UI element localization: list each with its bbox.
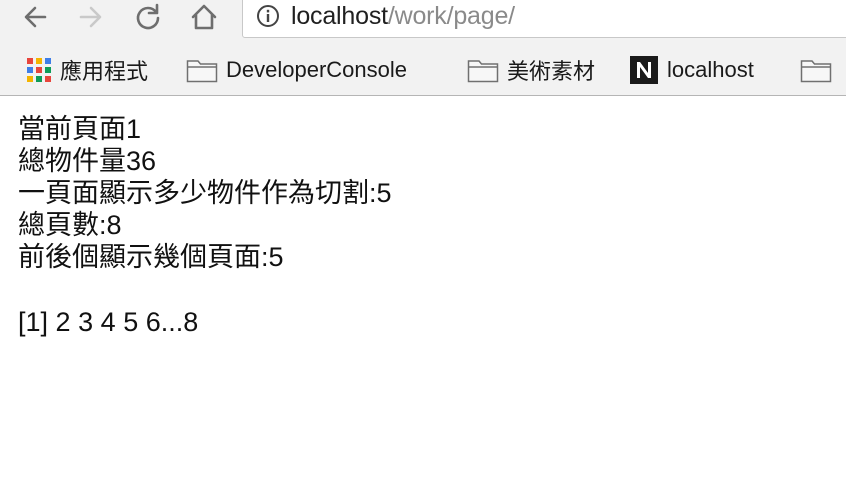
bookmark-art-assets[interactable]: 美術素材 <box>467 54 595 86</box>
page-link[interactable]: 5 <box>123 307 138 337</box>
apps-grid-icon <box>26 57 52 83</box>
page-link-tail[interactable]: 6...8 <box>146 307 199 337</box>
page-link[interactable]: 3 <box>78 307 93 337</box>
page-link[interactable]: 2 <box>56 307 71 337</box>
folder-icon <box>186 57 218 83</box>
home-button[interactable] <box>187 0 221 34</box>
bookmark-apps[interactable]: 應用程式 <box>26 54 148 86</box>
page-link[interactable]: 4 <box>101 307 116 337</box>
current-page-indicator: [1] <box>18 307 49 337</box>
items-per-page-line: 一頁面顯示多少物件作為切割:5 <box>18 178 392 208</box>
bookmark-label: DeveloperConsole <box>226 57 407 82</box>
bookmark-overflow-folder[interactable] <box>800 54 840 86</box>
reload-icon <box>136 3 160 30</box>
total-pages-line: 總頁數:8 <box>18 210 122 240</box>
folder-icon <box>800 57 832 83</box>
bookmarks-bar: 應用程式 DeveloperConsole 美術素材 localhost <box>0 46 846 96</box>
notion-n-icon <box>629 55 659 85</box>
pages-around-line: 前後個顯示幾個頁面:5 <box>18 242 284 272</box>
bookmark-label: 應用程式 <box>60 59 149 84</box>
browser-toolbar: localhost/work/page/ <box>0 0 846 46</box>
bookmark-developerconsole[interactable]: DeveloperConsole <box>186 54 407 86</box>
home-icon <box>191 4 217 30</box>
back-arrow-icon <box>24 6 47 28</box>
back-button[interactable] <box>18 0 52 34</box>
total-items-line: 總物件量36 <box>18 146 157 176</box>
url-text: localhost/work/page/ <box>291 2 515 31</box>
folder-icon <box>467 57 499 83</box>
bookmark-label: 美術素材 <box>507 59 596 84</box>
reload-button[interactable] <box>131 0 165 34</box>
info-icon[interactable] <box>255 3 281 29</box>
bookmark-label: localhost <box>667 57 754 82</box>
address-bar[interactable]: localhost/work/page/ <box>242 0 846 38</box>
pagination: [1] 2 3 4 5 6...8 <box>18 306 198 338</box>
forward-button[interactable] <box>74 0 108 34</box>
url-host: localhost <box>291 1 388 30</box>
page-content: 當前頁面1 總物件量36 一頁面顯示多少物件作為切割:5 總頁數:8 前後個顯示… <box>18 113 392 273</box>
bookmark-localhost[interactable]: localhost <box>629 54 754 86</box>
forward-arrow-icon <box>79 6 102 28</box>
url-path: /work/page/ <box>387 1 515 30</box>
current-page-line: 當前頁面1 <box>18 114 142 144</box>
